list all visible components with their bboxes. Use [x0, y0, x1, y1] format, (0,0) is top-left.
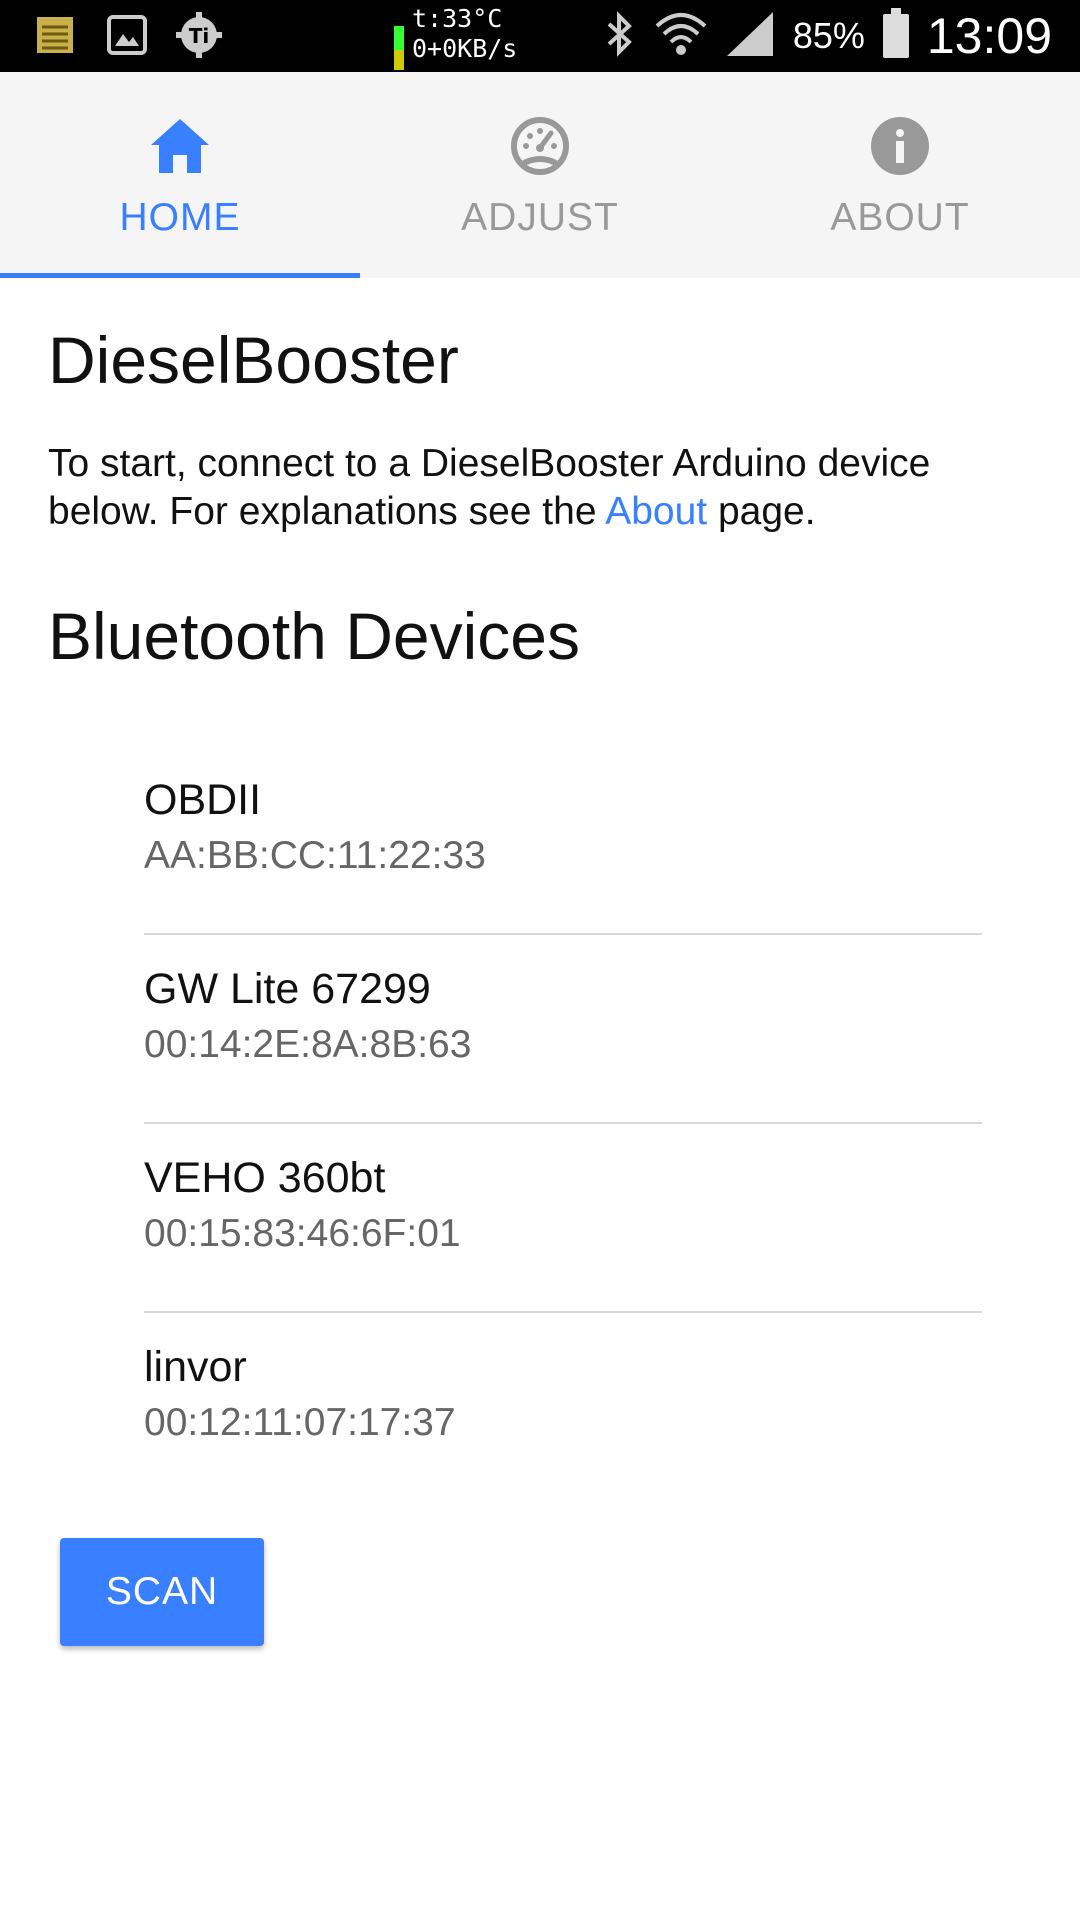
page-title: DieselBooster	[48, 323, 459, 397]
device-list: OBDII AA:BB:CC:11:22:33 GW Lite 67299 00…	[144, 746, 982, 1502]
home-icon	[148, 114, 212, 178]
tab-home[interactable]: HOME	[0, 72, 360, 278]
device-name: OBDII	[144, 776, 262, 824]
cell-signal-icon	[725, 10, 775, 63]
device-name: GW Lite 67299	[144, 965, 431, 1013]
scan-button[interactable]: SCAN	[60, 1538, 264, 1646]
device-name: linvor	[144, 1343, 247, 1391]
device-item[interactable]: VEHO 360bt 00:15:83:46:6F:01	[144, 1124, 982, 1313]
app-ti-icon: Ti	[176, 12, 222, 58]
intro-text: To start, connect to a DieselBooster Ard…	[48, 440, 1028, 536]
device-item[interactable]: linvor 00:12:11:07:17:37	[144, 1313, 982, 1502]
device-address: 00:15:83:46:6F:01	[144, 1212, 461, 1255]
battery-icon	[882, 8, 909, 58]
status-bar: Ti t:33°C 0+0KB/s 85% 13:09	[0, 0, 1080, 72]
clock: 13:09	[926, 8, 1052, 64]
tab-home-label: HOME	[119, 196, 241, 239]
tab-adjust-label: ADJUST	[461, 196, 619, 239]
info-icon	[868, 114, 932, 178]
wifi-icon	[655, 10, 707, 63]
device-name: VEHO 360bt	[144, 1154, 386, 1202]
device-item[interactable]: GW Lite 67299 00:14:2E:8A:8B:63	[144, 935, 982, 1124]
about-link[interactable]: About	[605, 490, 707, 533]
tab-about-label: ABOUT	[830, 196, 970, 239]
gallery-icon	[104, 12, 150, 58]
battery-percent: 85%	[792, 15, 865, 56]
signal-meter	[394, 26, 404, 70]
device-address: 00:14:2E:8A:8B:63	[144, 1023, 472, 1066]
tab-bar: HOME ADJUST ABOUT	[0, 72, 1080, 278]
temperature-readout: t:33°C	[412, 4, 503, 33]
tab-about[interactable]: ABOUT	[720, 72, 1080, 278]
network-speed-readout: 0+0KB/s	[412, 34, 518, 63]
bluetooth-icon	[603, 10, 637, 63]
speedometer-icon	[508, 114, 572, 178]
intro-text-end: page.	[707, 490, 816, 533]
tab-adjust[interactable]: ADJUST	[360, 72, 720, 278]
device-address: AA:BB:CC:11:22:33	[144, 834, 486, 877]
notes-icon	[32, 12, 78, 58]
devices-heading: Bluetooth Devices	[48, 599, 580, 673]
network-monitor: t:33°C 0+0KB/s	[394, 4, 518, 70]
svg-text:Ti: Ti	[189, 24, 210, 48]
device-item[interactable]: OBDII AA:BB:CC:11:22:33	[144, 746, 982, 935]
device-address: 00:12:11:07:17:37	[144, 1401, 456, 1444]
